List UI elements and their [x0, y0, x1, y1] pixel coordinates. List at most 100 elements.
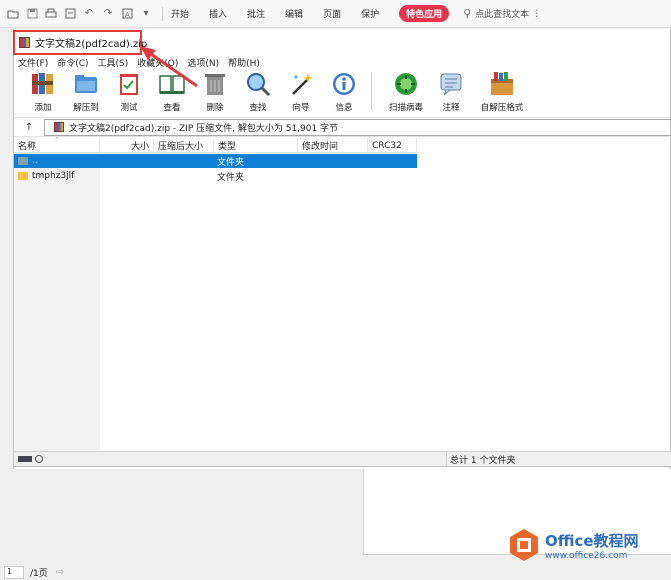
- more-icon[interactable]: ⋮: [532, 9, 541, 19]
- find-text-box[interactable]: ⚲ 点此查找文本 ⋮: [463, 7, 541, 20]
- info-button[interactable]: 信息: [328, 70, 360, 113]
- menu-help[interactable]: 帮助(H): [228, 56, 260, 69]
- page-navigation: 1 /1页 ⇨: [0, 564, 671, 580]
- tab-special-apps[interactable]: 特色应用: [399, 5, 450, 22]
- test-label: 测试: [120, 103, 138, 113]
- extract-to-button[interactable]: 解压到: [70, 70, 102, 113]
- add-button[interactable]: 添加: [27, 70, 59, 113]
- column-type[interactable]: 类型: [214, 138, 298, 153]
- column-headers: 名称 ⌃ 大小 压缩后大小 类型 修改时间 CRC32: [14, 136, 417, 153]
- folder-icon: [18, 172, 28, 180]
- menu-options[interactable]: 选项(N): [187, 56, 219, 69]
- search-icon: ⚲: [463, 7, 472, 20]
- column-packed-size-label: 压缩后大小: [158, 142, 204, 152]
- row-name: ..: [32, 156, 38, 166]
- status-total: 总计 1 个文件夹: [450, 455, 516, 466]
- page-total: /1页: [30, 568, 48, 579]
- menu-bar: 文件(F) 命令(C) 工具(S) 收藏夹(O) 选项(N) 帮助(H): [14, 55, 671, 69]
- undo-icon[interactable]: ↶: [82, 7, 96, 21]
- dropdown-icon[interactable]: ▾: [139, 7, 153, 21]
- column-size-label: 大小: [130, 142, 149, 152]
- watermark-url: www.office26.com: [545, 550, 628, 561]
- office-logo-icon: [507, 528, 541, 562]
- menu-tools[interactable]: 工具(S): [98, 56, 129, 69]
- info-label: 信息: [335, 103, 353, 113]
- table-row[interactable]: .. 文件夹: [14, 154, 417, 168]
- drive-icon[interactable]: [18, 456, 32, 462]
- delete-button[interactable]: 删除: [199, 70, 231, 113]
- column-name[interactable]: 名称 ⌃: [14, 136, 100, 153]
- comment-icon: [437, 70, 465, 98]
- find-label: 查找: [249, 103, 267, 113]
- next-page-icon[interactable]: ⇨: [56, 567, 64, 578]
- test-clipboard-icon: [115, 70, 143, 98]
- info-icon: [330, 70, 358, 98]
- column-modified[interactable]: 修改时间: [298, 138, 368, 153]
- sfx-label: 自解压格式: [480, 103, 524, 113]
- save-icon[interactable]: [25, 7, 39, 21]
- tab-protect[interactable]: 保护: [361, 7, 379, 20]
- view-button[interactable]: 查看: [156, 70, 188, 113]
- sfx-button[interactable]: 自解压格式: [478, 70, 526, 113]
- print-icon[interactable]: [44, 7, 58, 21]
- winrar-window: 文字文稿2(pdf2cad).zip 文件(F) 命令(C) 工具(S) 收藏夹…: [13, 29, 671, 469]
- menu-favorites[interactable]: 收藏夹(O): [137, 56, 178, 69]
- column-crc32[interactable]: CRC32: [368, 138, 417, 153]
- row-name-cell: tmphz3jlf: [14, 171, 100, 181]
- address-bar: ↑ 文字文稿2(pdf2cad).zip - ZIP 压缩文件, 解包大小为 5…: [14, 117, 671, 137]
- virus-scan-button[interactable]: 扫描病毒: [382, 70, 430, 113]
- file-list: 名称 ⌃ 大小 压缩后大小 类型 修改时间 CRC32 .. 文件夹 tmphz…: [14, 136, 671, 451]
- row-name: tmphz3jlf: [32, 171, 75, 181]
- tab-page[interactable]: 页面: [323, 7, 341, 20]
- tab-edit[interactable]: 编辑: [285, 7, 303, 20]
- office26-watermark: Office教程网 www.office26.com: [507, 528, 639, 562]
- find-magnifier-icon: [244, 70, 272, 98]
- parent-folder-icon: [18, 157, 28, 165]
- column-size[interactable]: 大小: [100, 138, 154, 153]
- menu-file[interactable]: 文件(F): [18, 56, 48, 69]
- toolbar-divider: [371, 72, 372, 110]
- trash-icon: [201, 70, 229, 98]
- status-left: [14, 451, 447, 467]
- password-key-icon[interactable]: [35, 455, 43, 463]
- open-folder-icon[interactable]: [6, 7, 20, 21]
- address-field[interactable]: 文字文稿2(pdf2cad).zip - ZIP 压缩文件, 解包大小为 51,…: [44, 118, 671, 136]
- redo-icon[interactable]: ↷: [101, 7, 115, 21]
- column-name-label: 名称: [18, 142, 37, 152]
- status-bar: 总计 1 个文件夹: [14, 451, 671, 467]
- tab-start[interactable]: 开始: [171, 7, 189, 20]
- virus-scan-label: 扫描病毒: [388, 103, 423, 113]
- toolbar: 添加 解压到 测试 查看 删除 查找 向导 信息 扫描病毒 注释 自解压格式: [14, 70, 671, 116]
- column-crc32-label: CRC32: [372, 140, 402, 151]
- row-name-cell: ..: [14, 156, 100, 166]
- add-label: 添加: [34, 103, 52, 113]
- menu-commands[interactable]: 命令(C): [57, 56, 88, 69]
- sfx-box-icon: [488, 70, 516, 98]
- find-text-label: 点此查找文本: [475, 10, 530, 20]
- find-button[interactable]: 查找: [242, 70, 274, 113]
- virus-scan-icon: [392, 70, 420, 98]
- export-icon[interactable]: [63, 7, 77, 21]
- comment-button[interactable]: 注释: [435, 70, 467, 113]
- comment-label: 注释: [442, 103, 460, 113]
- archive-icon: [54, 122, 64, 132]
- extract-folder-icon: [72, 70, 100, 98]
- test-button[interactable]: 测试: [113, 70, 145, 113]
- extract-to-label: 解压到: [73, 103, 99, 113]
- name-column-shade: [14, 153, 100, 451]
- wizard-wand-icon: [287, 70, 315, 98]
- tab-review[interactable]: 批注: [247, 7, 265, 20]
- add-books-icon: [29, 70, 57, 98]
- page-number-input[interactable]: 1: [4, 565, 24, 579]
- table-row[interactable]: tmphz3jlf 文件夹: [14, 169, 417, 183]
- column-packed-size[interactable]: 压缩后大小: [154, 138, 214, 153]
- wizard-button[interactable]: 向导: [285, 70, 317, 113]
- address-text: 文字文稿2(pdf2cad).zip - ZIP 压缩文件, 解包大小为 51,…: [69, 123, 339, 134]
- up-arrow-icon[interactable]: ↑: [14, 122, 44, 133]
- svg-text:A: A: [125, 11, 130, 19]
- view-label: 查看: [163, 103, 181, 113]
- tab-insert[interactable]: 插入: [209, 7, 227, 20]
- column-type-label: 类型: [218, 142, 237, 152]
- watermark-title: Office教程网: [545, 531, 639, 550]
- format-icon[interactable]: A: [120, 7, 134, 21]
